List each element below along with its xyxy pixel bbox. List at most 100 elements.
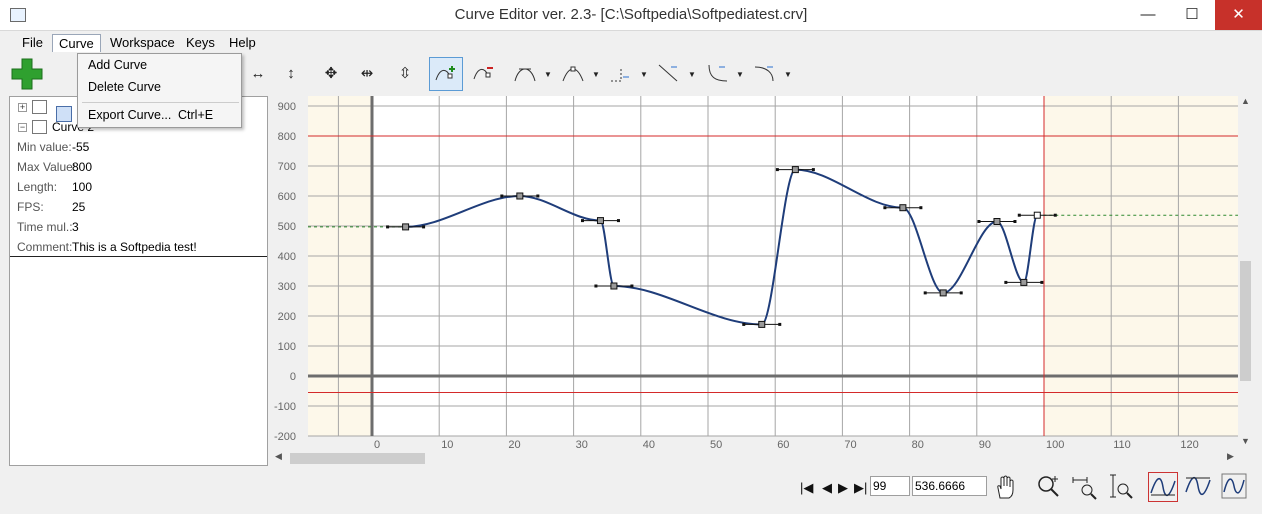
tangent-linear-dropdown-icon[interactable]: ▼	[688, 70, 696, 79]
scale-vertical-icon[interactable]: ⇳	[390, 57, 420, 91]
value-input[interactable]: 536.6666	[912, 476, 987, 496]
tangent-smooth-dropdown-icon[interactable]: ▼	[592, 70, 600, 79]
curve-graph[interactable]: 0 10 20 30 40 50 60 70 80 90 100 110 120 900 800 700 600…	[272, 96, 1238, 453]
tangent-ease-out-dropdown-icon[interactable]: ▼	[784, 70, 792, 79]
zoom-horizontal-icon[interactable]	[1070, 472, 1100, 502]
frame-input[interactable]: 99	[870, 476, 910, 496]
tangent-handle-end	[500, 194, 504, 198]
tangent-peak-dropdown-icon[interactable]: ▼	[544, 70, 552, 79]
first-frame-button[interactable]: |◀	[800, 480, 813, 496]
panel-divider	[10, 256, 267, 257]
export-icon	[56, 106, 72, 122]
tangent-handle-end	[959, 291, 963, 295]
minimize-button[interactable]: —	[1126, 0, 1170, 30]
x-tick-label: 50	[710, 439, 722, 451]
curve-key-point[interactable]	[939, 289, 947, 297]
pan-hand-icon[interactable]	[991, 472, 1021, 502]
menu-workspace[interactable]: Workspace	[104, 34, 181, 52]
x-tick-label: 110	[1113, 439, 1131, 451]
menu-keys[interactable]: Keys	[180, 34, 221, 52]
scroll-down-icon[interactable]: ▼	[1241, 436, 1250, 446]
curve-key-point[interactable]	[791, 166, 799, 174]
scroll-up-icon[interactable]: ▲	[1241, 96, 1250, 106]
curve-key-point[interactable]	[402, 223, 410, 231]
menu-file[interactable]: File	[16, 34, 49, 52]
tangent-handle-end	[630, 284, 634, 288]
close-button[interactable]: ✕	[1215, 0, 1262, 30]
tangent-handle-end	[1053, 213, 1057, 217]
menu-help[interactable]: Help	[223, 34, 262, 52]
x-tick-label: 80	[912, 439, 924, 451]
scroll-right-icon[interactable]: ▶	[1227, 451, 1234, 462]
x-tick-label: 70	[844, 439, 856, 451]
menu-separator	[82, 102, 239, 103]
curve-properties-panel: + − Curve 2 Min value: -55 Max Value: 80…	[9, 96, 268, 466]
curve-key-point[interactable]	[758, 320, 766, 328]
tangent-handle-end	[386, 225, 390, 229]
tangent-step-icon[interactable]	[606, 57, 636, 91]
y-tick-label: 0	[290, 371, 296, 383]
add-key-icon[interactable]	[429, 57, 463, 91]
window-title: Curve Editor ver. 2.3- [C:\Softpedia\Sof…	[454, 6, 808, 23]
scroll-left-icon[interactable]: ◀	[275, 451, 282, 462]
view-curve-alt-icon[interactable]	[1184, 472, 1214, 502]
prev-frame-button[interactable]: ◀	[822, 480, 832, 496]
delete-key-icon[interactable]	[467, 57, 501, 91]
vertical-scroll-thumb[interactable]	[1240, 261, 1251, 381]
horizontal-scroll-thumb[interactable]	[290, 453, 425, 464]
menu-curve[interactable]: Curve	[52, 34, 101, 52]
tangent-handle-end	[778, 322, 782, 326]
curve-key-point[interactable]	[1020, 278, 1028, 286]
vertical-scrollbar[interactable]: ▲ ▼	[1238, 96, 1253, 451]
tangent-ease-out-icon[interactable]	[750, 57, 780, 91]
menu-delete-curve[interactable]: Delete Curve	[88, 77, 161, 97]
curve-key-point[interactable]	[899, 204, 907, 212]
tangent-handle-end	[422, 225, 426, 229]
y-tick-label: 800	[278, 131, 296, 143]
y-tick-label: 700	[278, 161, 296, 173]
curve-key-point[interactable]	[596, 217, 604, 225]
tangent-ease-in-icon[interactable]	[702, 57, 732, 91]
curve-key-point[interactable]	[516, 192, 524, 200]
collapse-toggle-icon[interactable]: −	[18, 123, 27, 132]
add-curve-plus-icon[interactable]	[10, 57, 44, 91]
move-all-icon[interactable]: ✥	[316, 57, 346, 91]
tangent-smooth-icon[interactable]	[558, 57, 588, 91]
zoom-vertical-icon[interactable]	[1106, 472, 1136, 502]
title-bar: Curve Editor ver. 2.3- [C:\Softpedia\Sof…	[0, 0, 1262, 31]
curve-icon	[32, 120, 47, 134]
tangent-step-dropdown-icon[interactable]: ▼	[640, 70, 648, 79]
tangent-handle-end	[1013, 220, 1017, 223]
menu-add-curve[interactable]: Add Curve	[88, 55, 147, 75]
menu-export-curve[interactable]: Export Curve...	[88, 105, 171, 125]
curve-key-point[interactable]	[610, 282, 618, 290]
length-value: 100	[72, 180, 93, 194]
view-curve-icon[interactable]	[1148, 472, 1178, 502]
maximize-button[interactable]: ☐	[1170, 0, 1214, 30]
zoom-icon[interactable]	[1034, 472, 1064, 502]
view-curve-full-icon[interactable]	[1220, 472, 1250, 502]
time-mul-value: 3	[72, 220, 79, 234]
expand-toggle-icon[interactable]: +	[18, 103, 27, 112]
horizontal-scrollbar[interactable]: ◀ ▶	[272, 451, 1238, 466]
curve-key-point[interactable]	[1033, 211, 1041, 219]
move-vertical-icon[interactable]: ↕	[276, 57, 306, 91]
x-tick-label: 0	[374, 439, 380, 451]
curve-key-point[interactable]	[993, 218, 1001, 225]
x-tick-label: 90	[979, 439, 991, 451]
next-frame-button[interactable]: ▶	[838, 480, 848, 496]
tangent-handle-end	[883, 206, 887, 210]
move-horizontal-icon[interactable]: ↔	[243, 57, 273, 91]
tangent-peak-icon[interactable]	[510, 57, 540, 91]
min-value: -55	[72, 140, 90, 154]
y-tick-label: 100	[278, 341, 296, 353]
tangent-linear-icon[interactable]	[654, 57, 684, 91]
tangent-ease-in-dropdown-icon[interactable]: ▼	[736, 70, 744, 79]
scale-horizontal-icon[interactable]: ⇹	[352, 57, 382, 91]
curve-menu-dropdown: Add Curve Delete Curve Export Curve... C…	[56, 53, 242, 128]
export-shortcut: Ctrl+E	[178, 108, 214, 122]
max-value-label: Max Value:	[17, 160, 77, 174]
tangent-handle-end	[811, 168, 815, 172]
x-tick-label: 20	[508, 439, 520, 451]
last-frame-button[interactable]: ▶|	[854, 480, 867, 496]
